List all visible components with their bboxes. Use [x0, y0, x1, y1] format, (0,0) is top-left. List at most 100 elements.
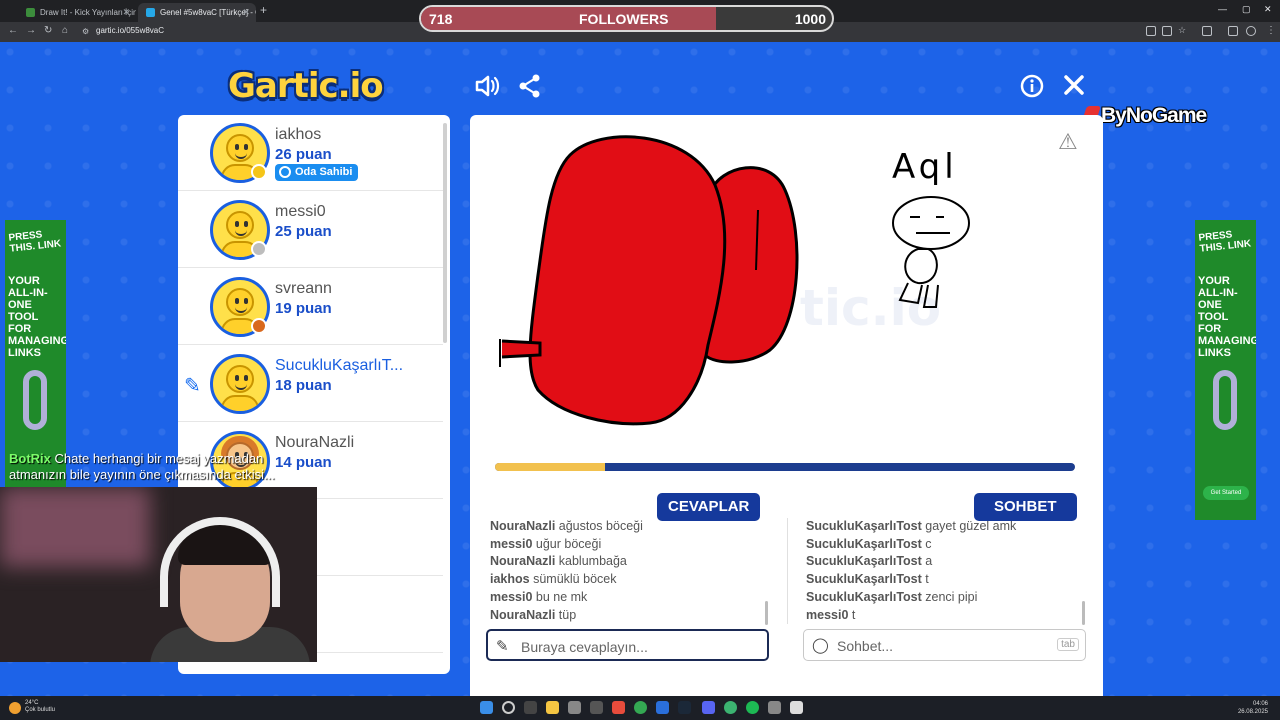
chain-link-icon — [23, 370, 47, 430]
new-tab-icon[interactable]: + — [260, 3, 267, 17]
ad-banner-right[interactable]: PRESS THIS. LINK YOUR ALL-IN-ONE TOOL FO… — [1195, 220, 1256, 520]
canvas-scribble-text: Aql — [892, 147, 958, 187]
player-points: 26 puan — [275, 146, 332, 163]
forward-icon[interactable]: → — [26, 25, 36, 36]
drawing-stroke — [910, 216, 950, 234]
start-icon[interactable] — [480, 701, 493, 714]
spotify-icon[interactable] — [746, 701, 759, 714]
app-icon[interactable] — [790, 701, 803, 714]
menu-dots-icon[interactable]: ⋮ — [1266, 25, 1276, 36]
share-icon[interactable] — [519, 74, 541, 104]
url-field[interactable]: gartic.io/055w8vaC — [96, 26, 164, 35]
player-name: NouraNazli — [275, 434, 355, 451]
player-name: svreann — [275, 280, 332, 297]
app-icon[interactable] — [768, 701, 781, 714]
owner-icon — [279, 166, 291, 178]
webcam-overlay — [0, 487, 317, 662]
bookmark-star-icon[interactable]: ☆ — [1178, 25, 1186, 36]
steam-icon[interactable] — [678, 701, 691, 714]
close-icon[interactable] — [1063, 74, 1085, 102]
chat-message: SucukluKaşarlıTost a — [806, 554, 933, 569]
sidebar-icon[interactable] — [1228, 26, 1238, 36]
chrome-icon[interactable] — [634, 701, 647, 714]
tab-chat[interactable]: SOHBET — [974, 493, 1077, 521]
drawing-stroke — [892, 196, 970, 250]
weather-widget[interactable]: 24°C Çok bulutlu — [25, 700, 55, 714]
chat-message: SucukluKaşarlıTost zenci pipi — [806, 589, 978, 604]
info-icon[interactable] — [1020, 74, 1044, 104]
search-icon[interactable] — [502, 701, 515, 714]
app-icon[interactable] — [568, 701, 581, 714]
extension-icon[interactable] — [1146, 26, 1156, 36]
app-icon[interactable] — [656, 701, 669, 714]
answers-scrollbar[interactable] — [765, 601, 768, 625]
canvas-watermark: tic.io — [800, 279, 941, 337]
maximize-icon[interactable]: ▢ — [1242, 4, 1251, 15]
player-points: 19 puan — [275, 300, 332, 317]
chat-message: SucukluKaşarlıTost t — [806, 572, 929, 587]
task-view-icon[interactable] — [524, 701, 537, 714]
player-row[interactable]: messi0 25 puan — [178, 192, 443, 268]
close-tab-icon[interactable]: ✕ — [122, 3, 130, 22]
player-row[interactable]: svreann 19 puan — [178, 269, 443, 345]
site-info-icon[interactable]: ⚙ — [82, 27, 89, 36]
ad-body: YOUR ALL-IN-ONE TOOL FOR MANAGING LINKS — [8, 275, 66, 359]
ad-cta-button[interactable]: Get Started — [1203, 486, 1249, 500]
drawing-canvas[interactable]: tic.io Aql ⚠ — [470, 115, 1103, 527]
followers-progress-fill — [421, 7, 717, 30]
player-row-drawing[interactable]: ✎ SucukluKaşarlıT... 18 puan — [178, 346, 443, 422]
followers-label: FOLLOWERS — [579, 11, 669, 27]
browser-tab-drawit[interactable]: Draw It! - Kick Yayınları İçin Çizi... ✕ — [18, 3, 136, 22]
chat-panel: NouraNazli ağustos böceği messi0 uğur bö… — [470, 504, 1103, 696]
app-icon[interactable] — [612, 701, 625, 714]
player-name: SucukluKaşarlıT... — [275, 357, 404, 374]
chat-scrollbar[interactable] — [1082, 601, 1085, 625]
player-status-dot — [251, 241, 267, 257]
panel-divider — [787, 518, 788, 624]
answer-message: NouraNazli kablumbağa — [490, 554, 627, 569]
app-icon[interactable] — [724, 701, 737, 714]
profile-avatar-icon[interactable] — [1246, 26, 1256, 36]
close-window-icon[interactable]: ✕ — [1264, 4, 1272, 15]
player-points: 25 puan — [275, 223, 332, 240]
reload-icon[interactable]: ↻ — [44, 25, 52, 36]
player-row[interactable]: iakhos 26 puan Oda Sahibi — [178, 115, 443, 191]
player-points: 18 puan — [275, 377, 332, 394]
answer-message: messi0 bu ne mk — [490, 589, 588, 604]
player-status-dot — [251, 164, 267, 180]
back-icon[interactable]: ← — [8, 25, 18, 36]
windows-taskbar: 24°C Çok bulutlu 04:06 26.08.2025 — [0, 696, 1280, 720]
ad-headline: PRESS THIS. LINK — [1197, 229, 1252, 255]
followers-goal: 1000 — [794, 11, 826, 27]
home-icon[interactable]: ⌂ — [62, 25, 68, 36]
extensions-puzzle-icon[interactable] — [1202, 26, 1212, 36]
followers-current: 718 — [429, 11, 453, 27]
answer-message: NouraNazli tüp — [490, 607, 577, 622]
weather-icon — [9, 702, 21, 714]
chat-list: SucukluKaşarlıTost gayet güzel amk Sucuk… — [806, 518, 1096, 624]
avatar — [210, 354, 270, 414]
followers-goal-bar: 718 FOLLOWERS 1000 — [419, 5, 834, 32]
close-tab-icon[interactable]: ✕ — [242, 3, 250, 22]
answer-placeholder: Buraya cevaplayın... — [521, 639, 648, 655]
tab-answers[interactable]: CEVAPLAR — [657, 493, 761, 521]
report-warning-icon[interactable]: ⚠ — [1058, 129, 1078, 155]
answers-list: NouraNazli ağustos böceği messi0 uğur bö… — [490, 518, 780, 624]
file-explorer-icon[interactable] — [546, 701, 559, 714]
browser-tab-gartic[interactable]: Genel #5w8vaC [Türkçe] - Gartic.io ✕ — [138, 3, 256, 22]
minimize-icon[interactable]: — — [1218, 4, 1227, 14]
stream-chat-user: BotRix — [9, 451, 51, 466]
answer-message: messi0 uğur böceği — [490, 536, 602, 551]
cast-icon[interactable] — [1162, 26, 1172, 36]
pencil-icon: ✎ — [496, 638, 509, 655]
players-scrollbar[interactable] — [443, 123, 447, 343]
answer-input[interactable]: ✎ Buraya cevaplayın... — [486, 629, 769, 661]
chat-input[interactable]: ◯ Sohbet... tab — [803, 629, 1086, 661]
discord-icon[interactable] — [702, 701, 715, 714]
app-icon[interactable] — [590, 701, 603, 714]
drawing-shape — [501, 339, 542, 359]
sound-icon[interactable] — [474, 74, 500, 104]
system-clock[interactable]: 04:06 26.08.2025 — [1238, 700, 1268, 716]
chain-link-icon — [1213, 370, 1237, 430]
stream-chat-overlay: BotRix Chate herhangi bir mesaj yazmadan… — [9, 451, 319, 483]
